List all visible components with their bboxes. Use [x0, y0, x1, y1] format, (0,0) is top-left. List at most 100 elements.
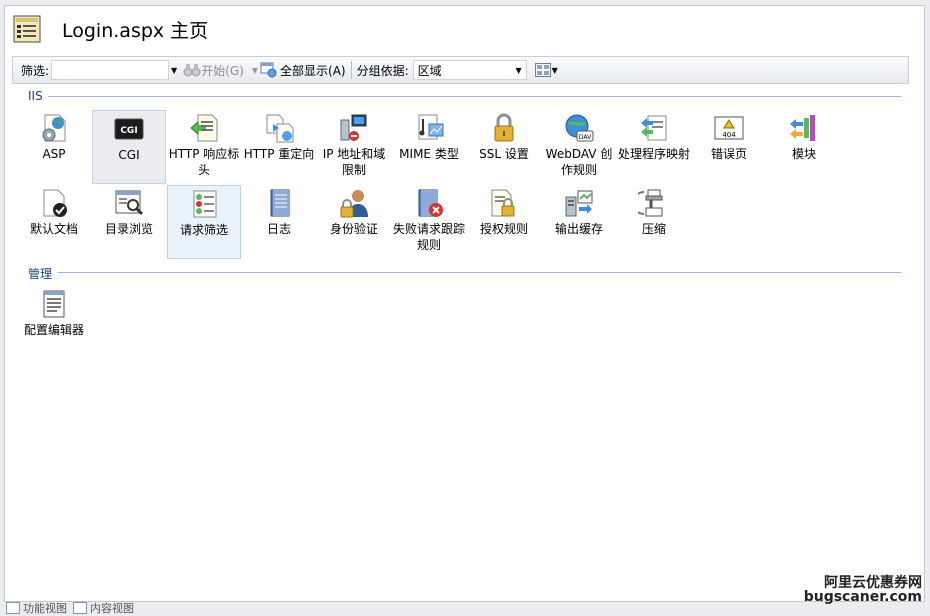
feature-label: 身份验证	[329, 222, 378, 236]
feature-output-caching[interactable]: 输出缓存	[542, 185, 616, 259]
feature-compression[interactable]: 压缩	[617, 185, 691, 259]
feature-label: 日志	[266, 222, 291, 236]
feature-cgi[interactable]: CGI CGI	[92, 110, 166, 184]
feature-label: 请求筛选	[179, 223, 228, 237]
feature-label: HTTP 重定向	[243, 147, 315, 161]
svg-text:CGI: CGI	[120, 126, 137, 136]
watermark-line2: bugscaner.com	[803, 589, 922, 605]
feature-label: 处理程序映射	[617, 147, 690, 161]
mime-types-icon	[418, 114, 444, 140]
feature-configuration-editor[interactable]: 配置编辑器	[17, 286, 91, 360]
features-view-icon	[6, 602, 20, 614]
group-by-select[interactable]: 区域 ▼	[412, 60, 527, 80]
toolbar: 筛选: ▼ 开始(G) ▼ 全部显示(A) 分组依据: 区域 ▼ ▼	[12, 56, 909, 84]
feature-logging[interactable]: 日志	[242, 185, 316, 259]
feature-authorization-rules[interactable]: 授权规则	[467, 185, 541, 259]
group-by-value: 区域	[417, 63, 442, 78]
feature-label: 错误页	[710, 147, 747, 161]
feature-ip-domain-restrictions[interactable]: IP 地址和域限制	[317, 110, 391, 184]
feature-label: 失败请求跟踪规则	[392, 222, 465, 252]
feature-mime-types[interactable]: MIME 类型	[392, 110, 466, 184]
default-document-icon	[43, 189, 67, 217]
tab-content-view[interactable]: 内容视图	[73, 600, 134, 616]
ssl-settings-icon	[494, 113, 514, 142]
feature-modules[interactable]: 模块	[767, 110, 841, 184]
feature-failed-request-tracing[interactable]: 失败请求跟踪规则	[392, 185, 466, 259]
view-grid-icon	[534, 63, 551, 77]
feature-label: 模块	[791, 147, 816, 161]
authentication-icon	[340, 190, 368, 218]
main-panel	[4, 5, 925, 602]
feature-webdav[interactable]: DAV WebDAV 创作规则	[542, 110, 616, 184]
directory-browsing-icon	[115, 190, 144, 216]
webdav-icon: DAV	[565, 114, 594, 142]
page-header: Login.aspx 主页	[12, 12, 208, 46]
feature-http-response-headers[interactable]: HTTP 响应标头	[167, 110, 241, 184]
feature-label: 目录浏览	[104, 222, 153, 236]
filter-dropdown-arrow-icon[interactable]: ▼	[171, 66, 177, 75]
feature-default-document[interactable]: 默认文档	[17, 185, 91, 259]
http-redirect-icon	[266, 114, 294, 143]
view-mode-button[interactable]: ▼	[534, 63, 558, 77]
handler-mappings-icon	[641, 115, 667, 141]
view-mode-dropdown-arrow-icon: ▼	[551, 65, 558, 75]
show-all-icon	[260, 62, 277, 78]
configuration-editor-icon	[43, 290, 65, 318]
group-by-dropdown-arrow-icon: ▼	[515, 65, 522, 75]
filter-input[interactable]	[51, 60, 170, 80]
modules-icon	[790, 115, 815, 141]
logging-icon	[270, 189, 290, 217]
feature-label: MIME 类型	[399, 147, 459, 161]
toolbar-separator	[350, 61, 352, 79]
feature-label: 输出缓存	[554, 222, 603, 236]
tab-features-view[interactable]: 功能视图	[6, 600, 67, 616]
svg-text:DAV: DAV	[579, 134, 592, 141]
feature-ssl-settings[interactable]: SSL 设置	[467, 110, 541, 184]
section-divider-iis	[48, 96, 901, 97]
cgi-icon: CGI	[114, 118, 144, 140]
feature-asp[interactable]: ASP	[17, 110, 91, 184]
http-response-headers-icon	[190, 114, 218, 142]
tab-label: 内容视图	[90, 602, 134, 615]
feature-request-filtering[interactable]: 请求筛选	[167, 185, 241, 259]
request-filtering-icon	[193, 190, 217, 218]
asp-icon	[42, 114, 66, 142]
home-page-icon	[13, 15, 41, 43]
error-pages-icon: 404	[714, 116, 744, 140]
feature-handler-mappings[interactable]: 处理程序映射	[617, 110, 691, 184]
feature-label: 配置编辑器	[23, 323, 84, 337]
feature-label: IP 地址和域限制	[322, 147, 386, 177]
tab-label: 功能视图	[23, 602, 67, 615]
feature-label: 授权规则	[479, 222, 528, 236]
feature-directory-browsing[interactable]: 目录浏览	[92, 185, 166, 259]
feature-label: HTTP 响应标头	[168, 147, 240, 177]
feature-label: 默认文档	[29, 222, 78, 236]
feature-error-pages[interactable]: 404 错误页	[692, 110, 766, 184]
start-button[interactable]: 开始(G)	[183, 62, 244, 79]
filter-label: 筛选:	[21, 63, 50, 78]
watermark: 阿里云优惠券网 bugscaner.com	[804, 576, 922, 604]
content-view-icon	[73, 602, 87, 614]
view-tabs: 功能视图 内容视图	[6, 600, 140, 616]
failed-request-tracing-icon	[418, 189, 443, 217]
section-label-iis: IIS	[28, 89, 43, 103]
feature-authentication[interactable]: 身份验证	[317, 185, 391, 259]
feature-label: CGI	[118, 148, 140, 162]
watermark-line1: 阿里云优惠券网	[824, 575, 922, 591]
show-all-button[interactable]: 全部显示(A)	[260, 62, 346, 79]
section-label-management: 管理	[28, 267, 53, 281]
feature-label: SSL 设置	[479, 147, 529, 161]
show-all-label: 全部显示(A)	[280, 63, 346, 78]
page-title: Login.aspx 主页	[62, 19, 209, 42]
section-divider-management	[58, 272, 901, 273]
start-dropdown-arrow-icon[interactable]: ▼	[252, 66, 258, 75]
feature-label: 压缩	[641, 222, 666, 236]
feature-http-redirect[interactable]: HTTP 重定向	[242, 110, 316, 184]
start-label: 开始(G)	[201, 63, 244, 78]
svg-text:404: 404	[722, 131, 736, 139]
ip-domain-restrictions-icon	[340, 114, 367, 141]
feature-label: ASP	[42, 147, 66, 161]
output-caching-icon	[565, 190, 593, 217]
binoculars-icon	[183, 64, 201, 77]
compression-icon	[638, 189, 663, 217]
